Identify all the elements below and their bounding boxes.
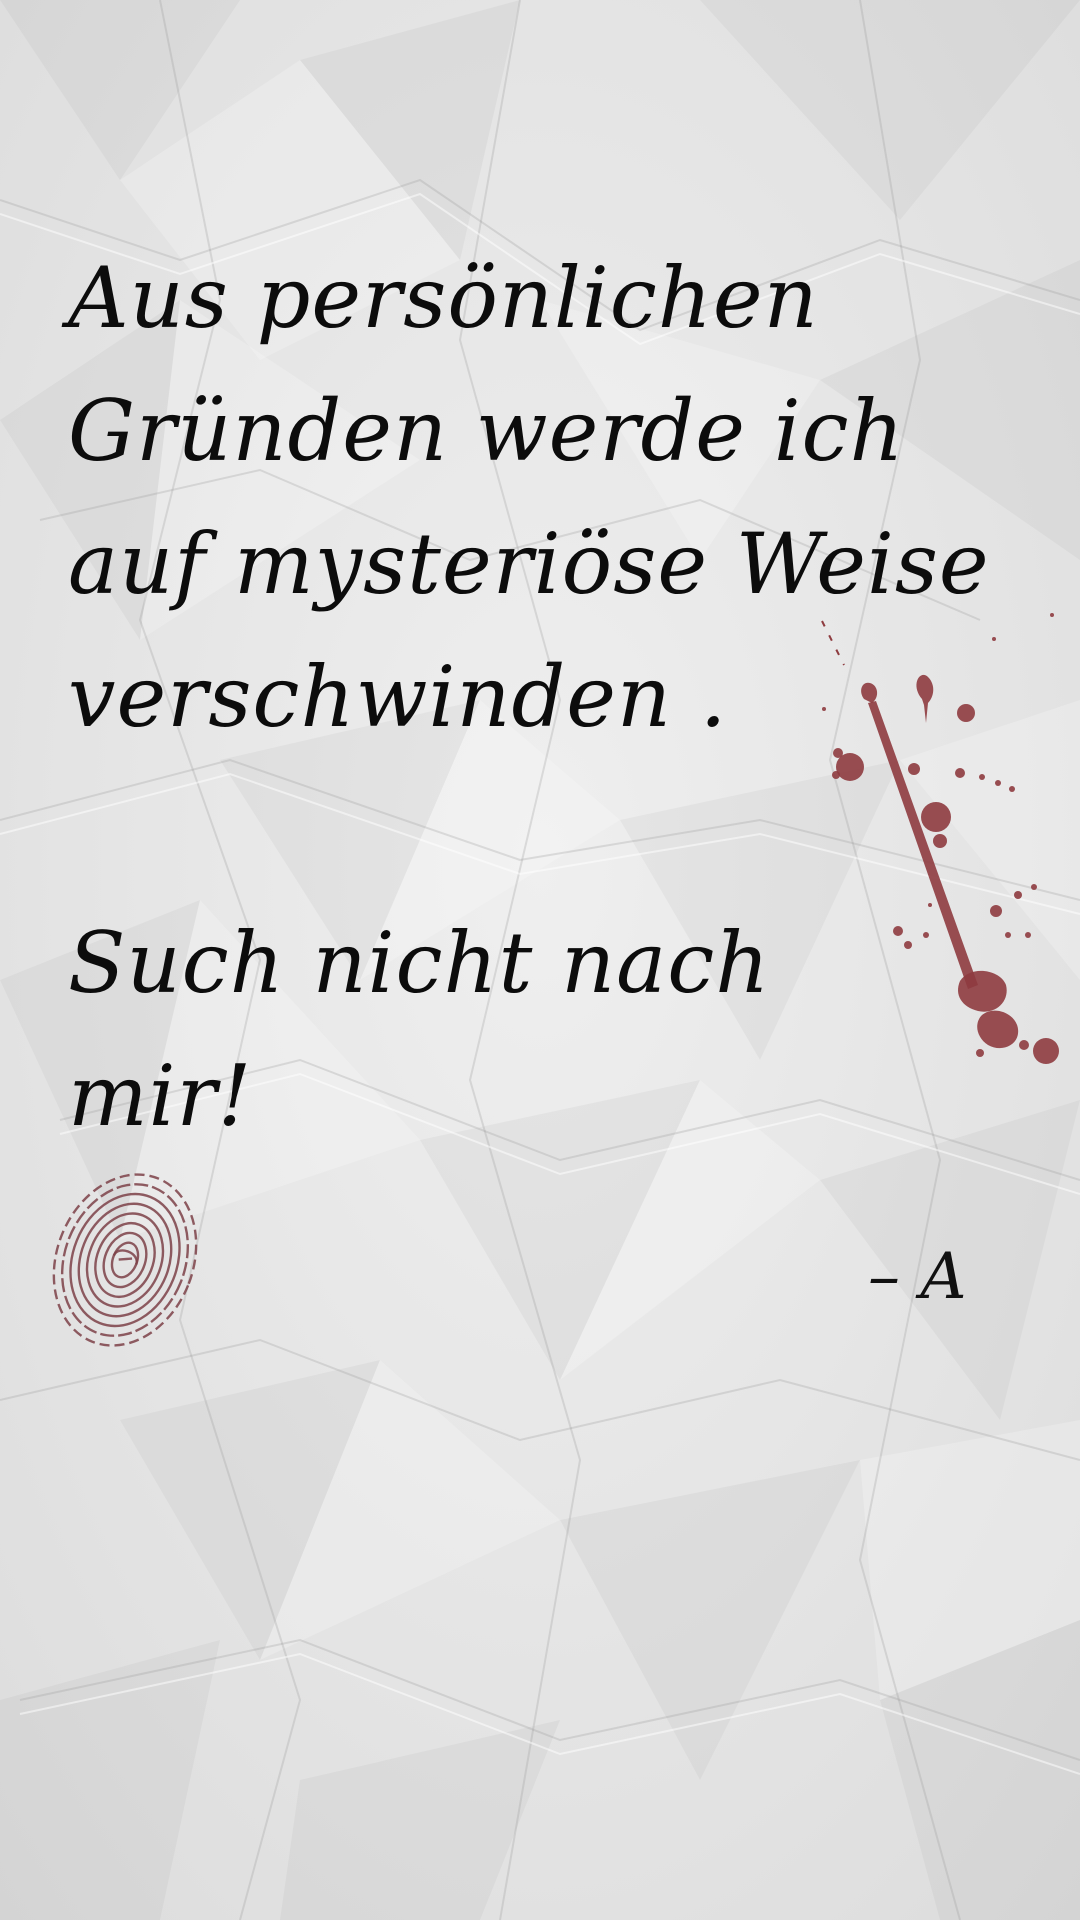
fingerprint-icon [52, 1173, 198, 1347]
blood-splatter-icon [821, 613, 1059, 1064]
paper-note: Aus persönlichen Gründen werde ich auf m… [0, 0, 1080, 1920]
signature: – A [868, 1240, 967, 1314]
note-line-2: Gründen werde ich [68, 382, 905, 480]
note-line-1: Aus persönlichen [68, 249, 819, 347]
